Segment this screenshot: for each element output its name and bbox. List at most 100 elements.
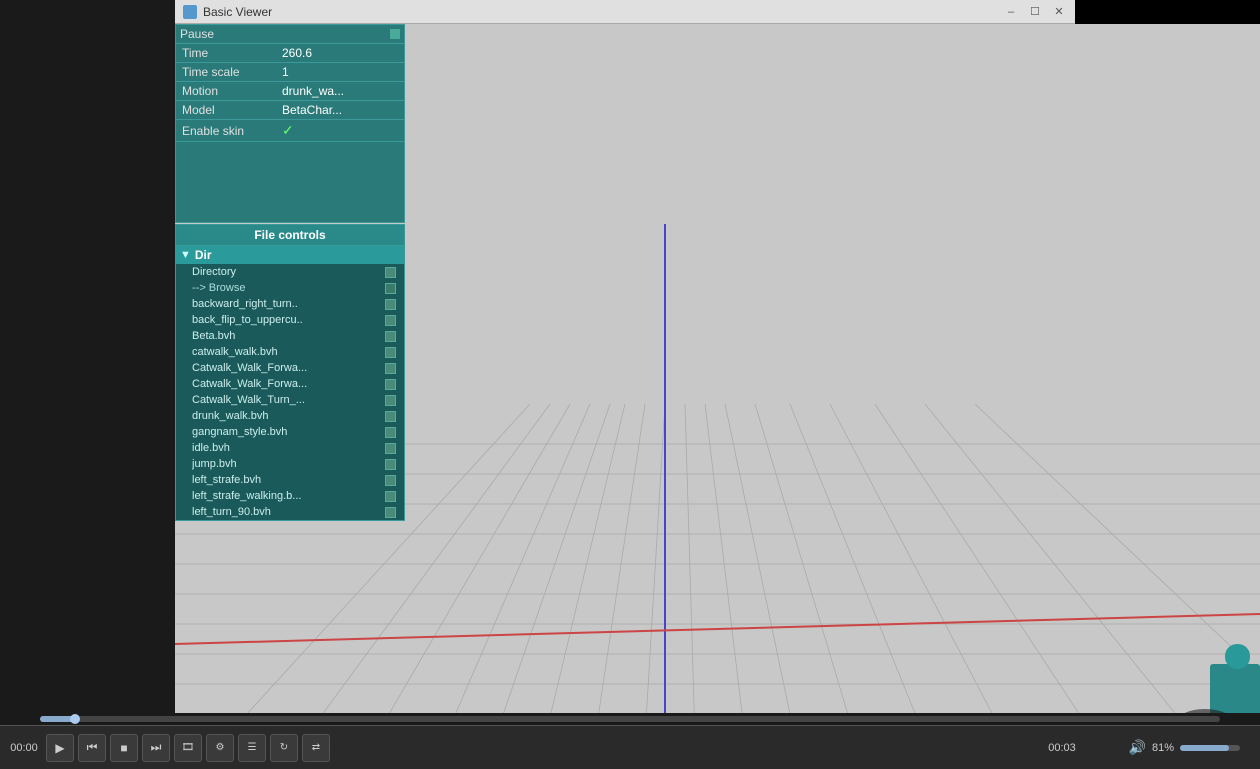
file-icon: [385, 395, 396, 406]
rewind-button[interactable]: ⏮: [78, 734, 106, 762]
progress-track[interactable]: [40, 716, 1220, 722]
settings-icon: ⚙: [216, 742, 225, 753]
dir-collapse-arrow: ▼: [180, 249, 191, 261]
file-name: backward_right_turn..: [192, 298, 381, 310]
skin-check: ✓: [282, 122, 294, 139]
file-name: Catwalk_Walk_Forwa...: [192, 378, 381, 390]
next-icon: ⏭: [151, 740, 162, 755]
file-icon: [385, 379, 396, 390]
settings-button[interactable]: ⚙: [206, 734, 234, 762]
file-name: drunk_walk.bvh: [192, 410, 381, 422]
file-name: left_strafe.bvh: [192, 474, 381, 486]
restore-button[interactable]: ☐: [1027, 4, 1043, 20]
list-item[interactable]: jump.bvh: [176, 456, 404, 472]
file-name: Beta.bvh: [192, 330, 381, 342]
stop-button[interactable]: ■: [110, 734, 138, 762]
list-item[interactable]: left_turn_90.bvh: [176, 504, 404, 520]
frame-icon: 🎞: [182, 742, 195, 753]
model-label: Model: [182, 103, 282, 117]
window-title: Basic Viewer: [203, 5, 272, 19]
timescale-label: Time scale: [182, 65, 282, 79]
titlebar-controls: – ☐ ✕: [1003, 4, 1067, 20]
model-value: BetaChar...: [282, 103, 398, 117]
shuffle-icon: ⇄: [312, 742, 320, 753]
skin-label: Enable skin: [182, 124, 282, 138]
stop-icon: ■: [120, 741, 127, 755]
time-end: 00:03: [1044, 742, 1080, 754]
list-item[interactable]: drunk_walk.bvh: [176, 408, 404, 424]
list-item[interactable]: backward_right_turn..: [176, 296, 404, 312]
file-icon: [385, 411, 396, 422]
list-item[interactable]: left_strafe_walking.b...: [176, 488, 404, 504]
browse-label: --> Browse: [192, 282, 381, 294]
list-button[interactable]: ☰: [238, 734, 266, 762]
close-button[interactable]: ✕: [1051, 4, 1067, 20]
file-icon: [385, 331, 396, 342]
model-row: Model BetaChar...: [176, 101, 404, 120]
file-controls-header: File controls: [176, 225, 404, 246]
skin-row: Enable skin ✓: [176, 120, 404, 142]
file-name: back_flip_to_uppercu..: [192, 314, 381, 326]
timescale-row: Time scale 1: [176, 63, 404, 82]
file-icon: [385, 507, 396, 518]
list-item[interactable]: catwalk_walk.bvh: [176, 344, 404, 360]
rewind-icon: ⏮: [87, 740, 98, 755]
motion-row: Motion drunk_wa...: [176, 82, 404, 101]
pause-label: Pause: [180, 27, 214, 41]
file-icon: [385, 427, 396, 438]
list-item[interactable]: gangnam_style.bvh: [176, 424, 404, 440]
file-controls-panel: File controls ▼ Dir Directory --> Browse…: [175, 224, 405, 521]
play-button[interactable]: ▶: [46, 734, 74, 762]
list-item[interactable]: idle.bvh: [176, 440, 404, 456]
list-item[interactable]: back_flip_to_uppercu..: [176, 312, 404, 328]
file-name: jump.bvh: [192, 458, 381, 470]
next-button[interactable]: ⏭: [142, 734, 170, 762]
list-item[interactable]: left_strafe.bvh: [176, 472, 404, 488]
props-body: [176, 142, 404, 222]
minimize-button[interactable]: –: [1003, 4, 1019, 20]
volume-slider[interactable]: [1180, 745, 1240, 751]
props-resize-handle[interactable]: [390, 29, 400, 39]
time-label: Time: [182, 46, 282, 60]
titlebar: Basic Viewer – ☐ ✕: [175, 0, 1075, 24]
directory-item[interactable]: Directory: [176, 264, 404, 280]
list-item[interactable]: Catwalk_Walk_Forwa...: [176, 376, 404, 392]
file-name: Catwalk_Walk_Turn_...: [192, 394, 381, 406]
progress-thumb[interactable]: [70, 714, 80, 724]
titlebar-left: Basic Viewer: [183, 5, 272, 19]
loop-icon: ↻: [280, 742, 288, 753]
list-item[interactable]: Beta.bvh: [176, 328, 404, 344]
volume-label: 81%: [1152, 742, 1174, 754]
directory-icon: [385, 267, 396, 278]
file-name: left_turn_90.bvh: [192, 506, 381, 518]
directory-label: Directory: [192, 266, 381, 278]
dir-top-row[interactable]: ▼ Dir: [176, 246, 404, 264]
file-list[interactable]: ▼ Dir Directory --> Browse backward_righ…: [176, 246, 404, 520]
properties-panel: Pause Time 260.6 Time scale 1 Motion dru…: [175, 24, 405, 223]
file-icon: [385, 347, 396, 358]
file-icon: [385, 459, 396, 470]
list-item[interactable]: Catwalk_Walk_Turn_...: [176, 392, 404, 408]
loop-button[interactable]: ↻: [270, 734, 298, 762]
props-header: Pause: [176, 25, 404, 44]
file-name: catwalk_walk.bvh: [192, 346, 381, 358]
volume-icon: 🔊: [1129, 739, 1146, 756]
time-value: 260.6: [282, 46, 398, 60]
file-name: idle.bvh: [192, 442, 381, 454]
dir-name: Dir: [195, 248, 212, 262]
volume-area: 🔊 81%: [1129, 739, 1240, 756]
browse-icon: [385, 283, 396, 294]
file-icon: [385, 443, 396, 454]
time-row: Time 260.6: [176, 44, 404, 63]
frame-capture-button[interactable]: 🎞: [174, 734, 202, 762]
transport-bar: 00:00 ▶ ⏮ ■ ⏭ 🎞 ⚙ ☰ ↻ ⇄ 🔊 81% 00:03: [0, 725, 1260, 769]
progress-area[interactable]: [0, 713, 1260, 725]
browse-item[interactable]: --> Browse: [176, 280, 404, 296]
viewer-icon: [183, 5, 197, 19]
shuffle-button[interactable]: ⇄: [302, 734, 330, 762]
list-item[interactable]: Catwalk_Walk_Forwa...: [176, 360, 404, 376]
file-icon: [385, 363, 396, 374]
file-icon: [385, 491, 396, 502]
volume-fill: [1180, 745, 1229, 751]
left-panel: [0, 0, 175, 769]
